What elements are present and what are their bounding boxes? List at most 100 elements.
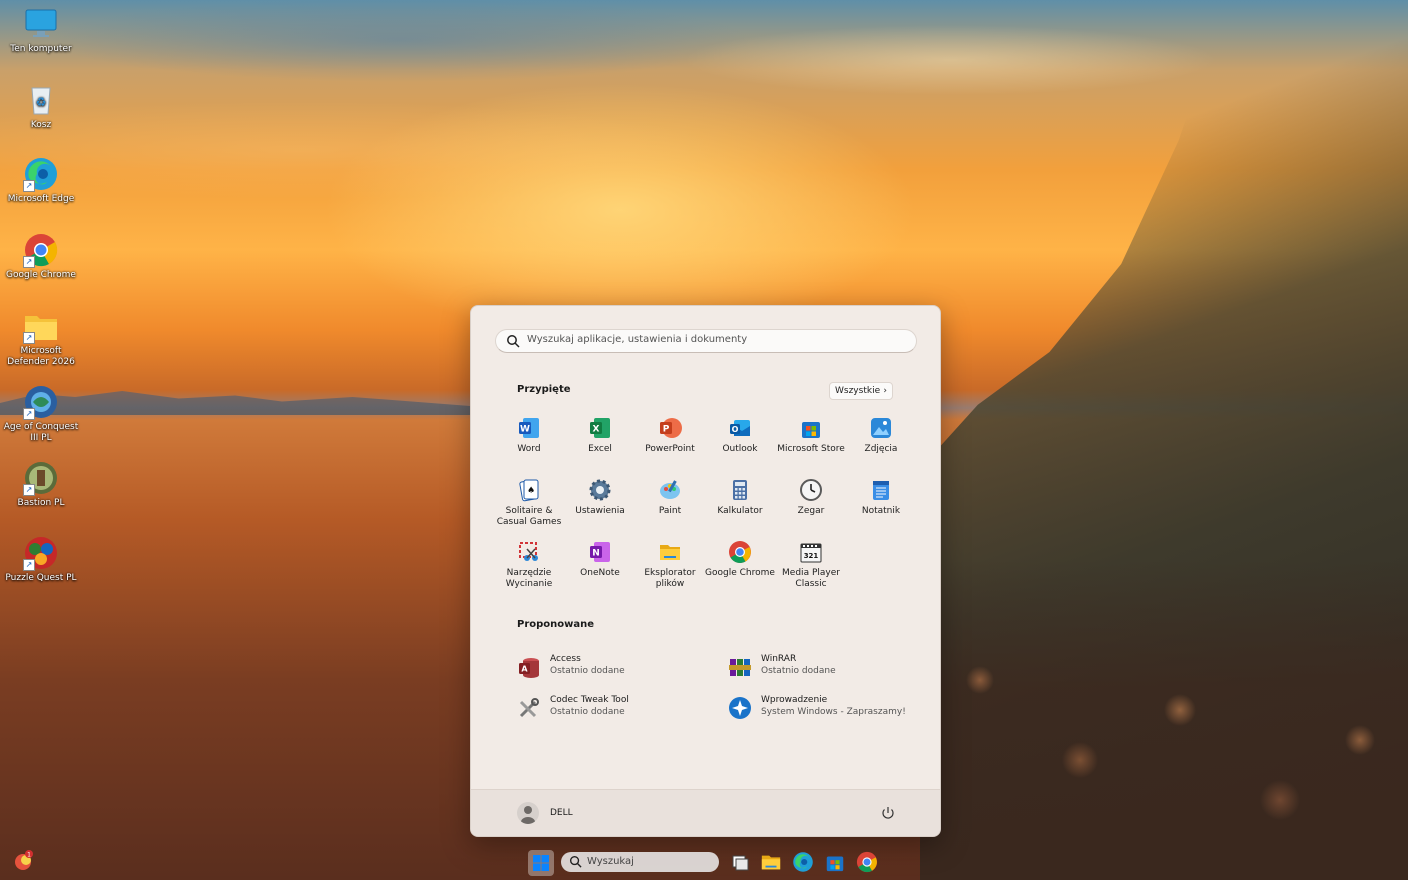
wallpaper-rocks bbox=[920, 560, 1408, 880]
app-label: OneNote bbox=[580, 568, 620, 578]
file-explorer-icon bbox=[761, 855, 781, 870]
taskbar-file-explorer[interactable] bbox=[760, 851, 782, 873]
pinned-app-onenote[interactable]: N OneNote bbox=[565, 540, 635, 579]
photos-icon bbox=[869, 416, 893, 440]
search-icon bbox=[506, 334, 520, 348]
game-icon: ↗ bbox=[23, 460, 59, 496]
file-explorer-icon bbox=[658, 540, 682, 564]
recommended-item-codec-tweak-tool[interactable]: Codec Tweak Tool Ostatnio dodane bbox=[517, 693, 717, 723]
winrar-icon bbox=[728, 655, 752, 679]
app-label: PowerPoint bbox=[645, 444, 695, 454]
desktop-icon-this-pc[interactable]: Ten komputer bbox=[0, 6, 82, 55]
app-label: Paint bbox=[658, 506, 682, 516]
desktop-icon-defender[interactable]: ↗ Microsoft Defender 2026 bbox=[0, 308, 82, 368]
pinned-app-notepad[interactable]: Notatnik bbox=[846, 478, 916, 517]
start-button[interactable] bbox=[528, 850, 554, 876]
taskbar-store[interactable] bbox=[824, 851, 846, 873]
solitaire-icon: ♠ bbox=[517, 478, 541, 502]
monitor-icon bbox=[23, 6, 59, 42]
recommended-name: Wprowadzenie bbox=[761, 695, 828, 705]
system-tray-widget[interactable]: 1 bbox=[12, 848, 92, 874]
start-menu-footer: DELL bbox=[471, 789, 940, 836]
chrome-icon: ↗ bbox=[23, 232, 59, 268]
shortcut-arrow-icon: ↗ bbox=[23, 484, 35, 496]
all-apps-label: Wszystkie bbox=[835, 386, 881, 396]
app-label: Eksplorator plików bbox=[644, 568, 696, 589]
folder-icon: ↗ bbox=[23, 308, 59, 344]
recommended-item-winrar[interactable]: WinRAR Ostatnio dodane bbox=[728, 652, 928, 682]
user-avatar-icon[interactable] bbox=[517, 802, 539, 824]
svg-text:A: A bbox=[521, 665, 528, 674]
svg-text:O: O bbox=[732, 425, 739, 434]
chrome-icon bbox=[856, 851, 878, 873]
app-label: Solitaire & Casual Games bbox=[496, 506, 562, 527]
recommended-section-title: Proponowane bbox=[517, 619, 595, 630]
desktop-icon-label: Microsoft Defender 2026 bbox=[7, 346, 75, 367]
edge-icon: ↗ bbox=[23, 156, 59, 192]
excel-icon: X bbox=[588, 416, 612, 440]
task-view-icon bbox=[732, 855, 749, 871]
svg-text:X: X bbox=[593, 425, 600, 435]
game-icon: ↗ bbox=[23, 384, 59, 420]
desktop-icon-label: Kosz bbox=[30, 120, 52, 130]
recommended-item-get-started[interactable]: Wprowadzenie System Windows - Zapraszamy… bbox=[728, 693, 928, 723]
pinned-app-file-explorer[interactable]: Eksplorator plików bbox=[635, 540, 705, 590]
outlook-icon: O bbox=[728, 416, 752, 440]
shortcut-arrow-icon: ↗ bbox=[23, 559, 35, 571]
start-search-input[interactable]: Wyszukaj aplikacje, ustawienia i dokumen… bbox=[495, 329, 917, 353]
taskbar-chrome[interactable] bbox=[856, 851, 878, 873]
desktop-icon-bastion[interactable]: ↗ Bastion PL bbox=[0, 460, 82, 509]
all-apps-button[interactable]: Wszystkie › bbox=[829, 382, 893, 400]
app-label: Word bbox=[517, 444, 541, 454]
svg-text:321: 321 bbox=[804, 552, 819, 560]
pinned-app-outlook[interactable]: O Outlook bbox=[705, 416, 775, 455]
chrome-icon bbox=[728, 540, 752, 564]
task-view-button[interactable] bbox=[730, 852, 750, 872]
app-label: Zdjęcia bbox=[864, 444, 898, 454]
svg-text:W: W bbox=[520, 425, 530, 435]
app-label: Zegar bbox=[797, 506, 825, 516]
pinned-app-powerpoint[interactable]: P PowerPoint bbox=[635, 416, 705, 455]
pinned-app-excel[interactable]: X Excel bbox=[565, 416, 635, 455]
pinned-app-calculator[interactable]: Kalkulator bbox=[705, 478, 775, 517]
pinned-section-title: Przypięte bbox=[517, 384, 571, 395]
pinned-app-word[interactable]: W Word bbox=[494, 416, 564, 455]
desktop-icon-chrome[interactable]: ↗ Google Chrome bbox=[0, 232, 82, 281]
pinned-app-solitaire[interactable]: ♠ Solitaire & Casual Games bbox=[494, 478, 564, 528]
svg-text:1: 1 bbox=[27, 852, 31, 859]
power-icon[interactable] bbox=[880, 805, 896, 821]
pinned-app-media-player-classic[interactable]: 321 Media Player Classic bbox=[776, 540, 846, 590]
app-label: Ustawienia bbox=[575, 506, 625, 516]
pinned-app-paint[interactable]: Paint bbox=[635, 478, 705, 517]
user-name[interactable]: DELL bbox=[550, 808, 573, 818]
word-icon: W bbox=[517, 416, 541, 440]
get-started-icon bbox=[728, 696, 752, 720]
desktop-icon-recycle-bin[interactable]: ♻ Kosz bbox=[0, 82, 82, 131]
recommended-item-access[interactable]: A Access Ostatnio dodane bbox=[517, 652, 717, 682]
pinned-app-snipping-tool[interactable]: Narzędzie Wycinanie bbox=[494, 540, 564, 590]
desktop-icon-label: Ten komputer bbox=[10, 44, 72, 54]
desktop-icon-puzzle-quest[interactable]: ↗ Puzzle Quest PL bbox=[0, 535, 82, 584]
app-label: Notatnik bbox=[861, 506, 901, 516]
pinned-app-settings[interactable]: Ustawienia bbox=[565, 478, 635, 517]
recommended-subtitle: Ostatnio dodane bbox=[550, 707, 625, 717]
recycle-bin-icon: ♻ bbox=[23, 82, 59, 118]
app-label: Microsoft Store bbox=[777, 444, 845, 454]
recommended-name: Access bbox=[550, 654, 581, 664]
app-label: Excel bbox=[588, 444, 612, 454]
app-label: Narzędzie Wycinanie bbox=[505, 568, 553, 589]
access-icon: A bbox=[517, 655, 541, 679]
pinned-app-photos[interactable]: Zdjęcia bbox=[846, 416, 916, 455]
pinned-app-chrome[interactable]: Google Chrome bbox=[705, 540, 775, 579]
svg-text:P: P bbox=[663, 425, 670, 435]
pinned-app-microsoft-store[interactable]: Microsoft Store bbox=[776, 416, 846, 455]
desktop-icon-edge[interactable]: ↗ Microsoft Edge bbox=[0, 156, 82, 205]
chevron-right-icon: › bbox=[883, 386, 887, 396]
taskbar-edge[interactable] bbox=[792, 851, 814, 873]
taskbar-search-box[interactable]: Wyszukaj bbox=[561, 852, 719, 872]
recommended-subtitle: Ostatnio dodane bbox=[761, 666, 836, 676]
recommended-name: WinRAR bbox=[761, 654, 797, 664]
pinned-app-clock[interactable]: Zegar bbox=[776, 478, 846, 517]
notepad-icon bbox=[869, 478, 893, 502]
desktop-icon-age-of-conquest[interactable]: ↗ Age of Conquest III PL bbox=[0, 384, 82, 444]
